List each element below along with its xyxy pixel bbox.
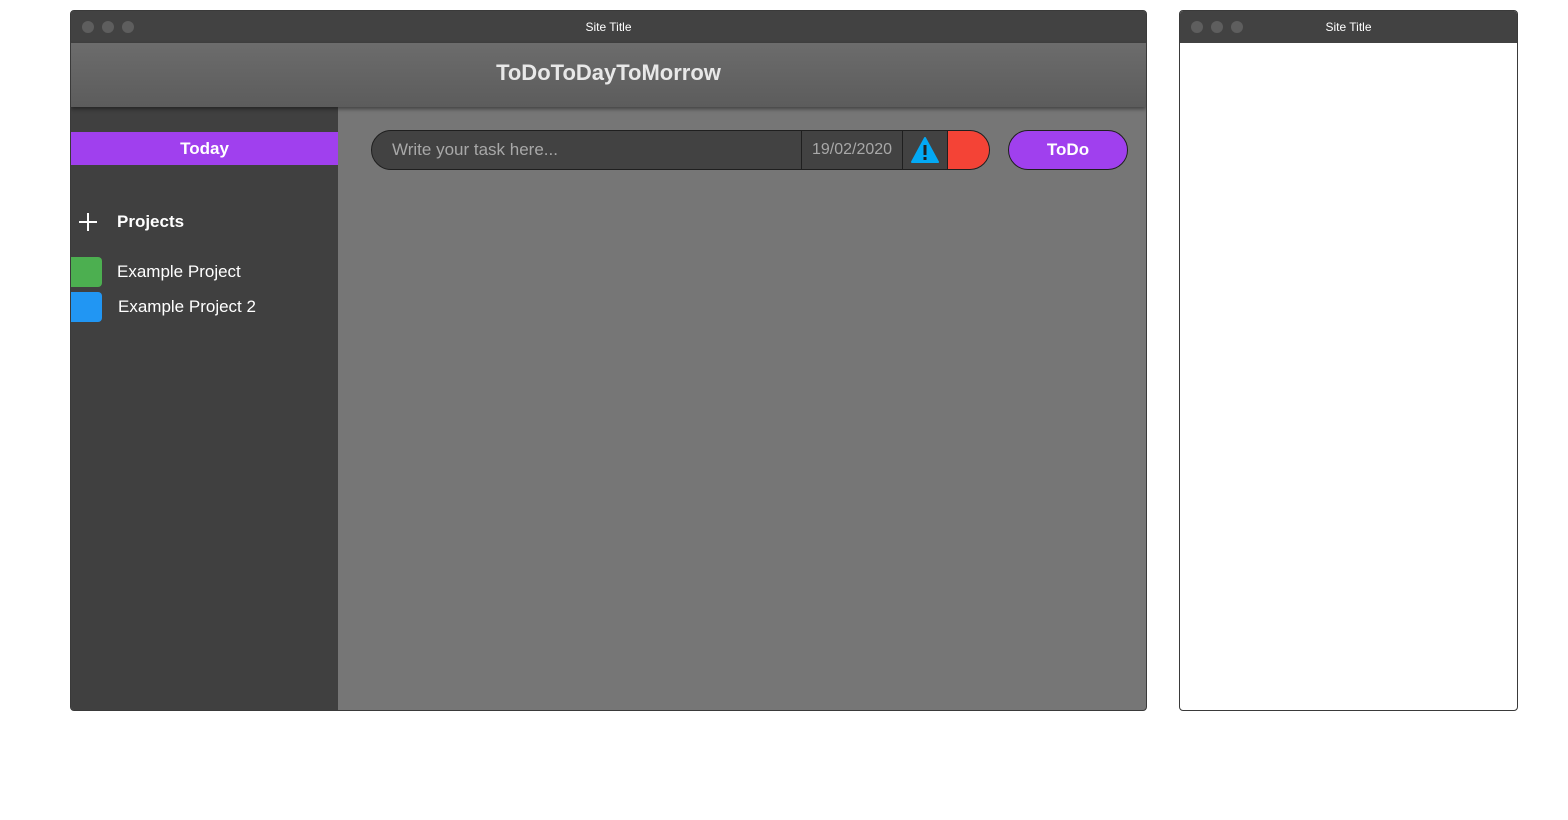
today-button[interactable]: Today [71,132,338,165]
project-label: Example Project 2 [118,297,256,316]
maximize-window-button[interactable] [122,21,134,33]
priority-button[interactable] [902,131,947,169]
sidebar-item-example-project-2[interactable]: Example Project 2 [71,292,338,322]
maximize-window-button[interactable] [1231,21,1243,33]
main-browser-window: Site Title ToDoToDayToMorrow Today Proje… [70,10,1147,711]
project-color-swatch [71,292,102,322]
app-header: ToDoToDayToMorrow [71,43,1146,107]
window-controls [1191,21,1243,33]
project-color-swatch [71,257,102,287]
task-form: 19/02/2020 [371,130,990,170]
project-label: Example Project [117,262,241,281]
sidebar: Today Projects Example Project Example P… [71,107,338,710]
secondary-browser-window: Site Title [1179,10,1518,711]
minimize-window-button[interactable] [102,21,114,33]
window-controls [82,21,134,33]
close-window-button[interactable] [1191,21,1203,33]
close-window-button[interactable] [82,21,94,33]
window-titlebar[interactable]: Site Title [71,11,1146,43]
minimize-window-button[interactable] [1211,21,1223,33]
date-field[interactable]: 19/02/2020 [801,131,902,169]
window-title: Site Title [585,20,632,34]
projects-label: Projects [117,212,185,231]
color-picker-button[interactable] [947,131,989,169]
sidebar-item-example-project[interactable]: Example Project [71,257,338,287]
warning-icon [911,137,939,163]
window-title: Site Title [1325,20,1372,34]
projects-header: Projects [71,205,338,239]
app-title: ToDoToDayToMorrow [496,60,721,85]
task-input[interactable] [372,131,801,169]
todo-submit-button[interactable]: ToDo [1008,130,1128,170]
window-titlebar[interactable]: Site Title [1180,11,1517,43]
add-project-icon[interactable] [79,207,97,237]
